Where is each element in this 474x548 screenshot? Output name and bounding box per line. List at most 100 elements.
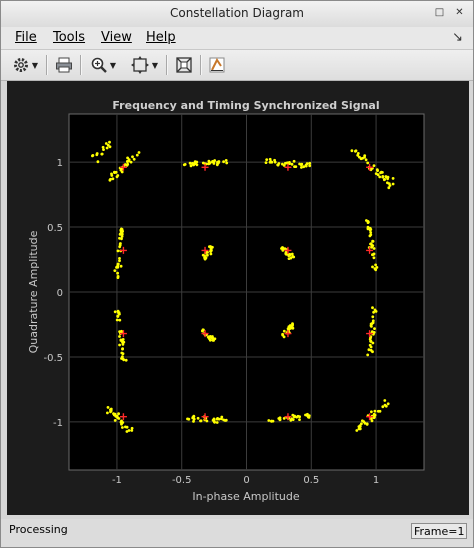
data-point (291, 418, 295, 421)
data-point (264, 161, 268, 164)
close-icon[interactable]: ✕ (454, 7, 465, 18)
data-point (369, 242, 372, 246)
data-point (361, 419, 364, 423)
data-point (113, 310, 117, 314)
data-point (135, 153, 139, 157)
data-point (100, 152, 104, 156)
data-point (91, 154, 94, 158)
data-point (222, 160, 226, 164)
pan-dropdown-icon[interactable]: ▼ (152, 61, 158, 70)
data-point (126, 156, 129, 160)
data-point (117, 312, 121, 315)
y-tick-label: 0 (57, 288, 63, 299)
minimize-icon[interactable]: □ (434, 7, 445, 18)
data-point (102, 148, 105, 151)
data-point (373, 409, 377, 413)
y-tick-label: -1 (53, 418, 63, 429)
data-point (129, 160, 133, 164)
data-point (305, 162, 309, 166)
data-point (373, 327, 376, 330)
menu-help[interactable]: Help (146, 30, 176, 45)
data-point (391, 177, 395, 180)
zoom-dropdown-icon[interactable]: ▼ (110, 61, 116, 70)
data-point (112, 413, 116, 417)
data-point (118, 257, 121, 260)
data-point (106, 143, 110, 147)
data-point (282, 329, 286, 333)
data-point (120, 351, 124, 355)
data-point (366, 353, 370, 357)
chart-title: Frequency and Timing Synchronized Signal (112, 99, 379, 112)
status-text: Processing (9, 523, 68, 536)
data-point (358, 155, 361, 159)
data-point (277, 162, 281, 165)
gear-icon (13, 58, 28, 72)
data-point (306, 414, 309, 418)
data-point (381, 175, 385, 178)
menu-file[interactable]: File (15, 30, 37, 45)
print-button[interactable] (51, 54, 77, 76)
status-bar: Processing Frame=1 (1, 519, 473, 547)
data-point (121, 347, 124, 351)
data-point (380, 170, 383, 174)
data-point (284, 250, 288, 254)
zoom-button[interactable]: ▼ (85, 54, 121, 76)
data-point (124, 358, 128, 362)
data-point (369, 345, 373, 349)
data-point (106, 406, 110, 409)
data-point (358, 424, 362, 427)
data-point (127, 429, 131, 432)
data-point (189, 164, 193, 168)
data-point (95, 153, 99, 157)
data-point (373, 308, 377, 312)
data-point (308, 164, 312, 168)
data-point (118, 233, 122, 236)
menu-view[interactable]: View (101, 30, 132, 45)
constellation-plot[interactable]: Frequency and Timing Synchronized Signal… (7, 81, 469, 515)
settings-dropdown-icon[interactable]: ▼ (32, 61, 38, 70)
data-point (225, 161, 229, 165)
toolbar-separator (200, 55, 202, 75)
data-point (369, 228, 373, 231)
data-point (108, 140, 111, 144)
x-tick-label: 0.5 (303, 475, 319, 486)
autoscale-button[interactable] (171, 54, 197, 76)
data-point (115, 318, 119, 322)
menu-tools[interactable]: Tools (53, 30, 85, 45)
data-point (108, 178, 112, 182)
data-point (270, 160, 274, 164)
data-point (119, 420, 123, 424)
data-point (369, 339, 373, 343)
data-point (106, 411, 109, 415)
menu-tools-label: Tools (53, 30, 86, 45)
data-point (204, 256, 208, 260)
toolbar-separator (80, 55, 82, 75)
data-point (278, 416, 282, 420)
data-point (116, 275, 120, 278)
data-point (298, 418, 301, 421)
undock-icon[interactable]: ↘ (452, 30, 463, 45)
fit-to-view-icon (130, 56, 149, 74)
data-point (386, 402, 390, 406)
measurements-button[interactable] (205, 54, 229, 76)
data-point (196, 416, 200, 420)
data-point (376, 409, 380, 413)
data-point (120, 235, 124, 238)
data-point (282, 164, 286, 167)
x-axis-ticks: -1 -0.5 0 0.5 1 (112, 475, 379, 486)
data-point (273, 160, 277, 164)
settings-button[interactable]: ▼ (7, 54, 43, 76)
data-point (113, 419, 117, 422)
x-tick-label: -1 (112, 475, 122, 486)
figure-area: Frequency and Timing Synchronized Signal… (7, 81, 469, 515)
pan-button[interactable]: ▼ (125, 54, 163, 76)
title-bar: Constellation Diagram □ ✕ (1, 1, 473, 28)
y-tick-label: 1 (57, 158, 63, 169)
data-point (375, 168, 379, 171)
data-point (372, 247, 376, 250)
data-point (350, 149, 354, 153)
data-point (96, 160, 100, 164)
data-point (183, 163, 187, 166)
data-point (223, 419, 227, 422)
printer-icon (56, 57, 72, 73)
